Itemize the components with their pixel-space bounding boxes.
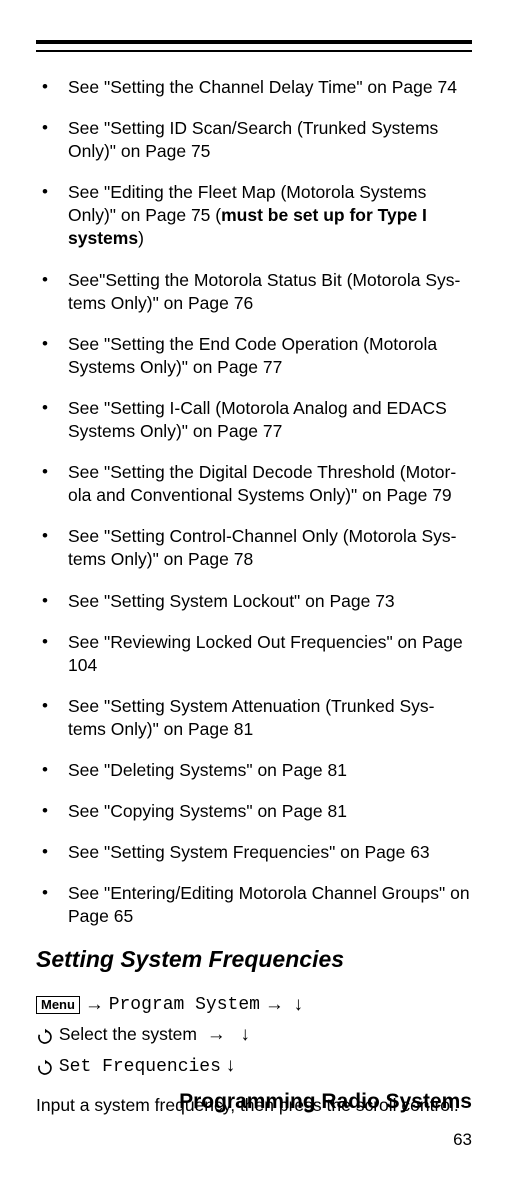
list-item: • See "Setting System Attenuation (Trunke…: [42, 695, 472, 741]
list-item-text: See"Setting the Motorola Status Bit (Mot…: [68, 270, 460, 313]
bullet-dot-icon: •: [42, 117, 48, 139]
page-number: 63: [453, 1130, 472, 1150]
list-item-text: See "Copying Systems" on Page 81: [68, 801, 347, 821]
arrow-down-icon: ↓: [294, 990, 304, 1020]
bullet-list: • See "Setting the Channel Delay Time" on…: [36, 76, 472, 928]
list-item-text: See "Setting ID Scan/Search (Trunked Sys…: [68, 118, 438, 161]
list-item: • See "Setting System Lockout" on Page 73: [42, 590, 472, 613]
arrow-right-icon: →: [85, 990, 104, 1020]
bullet-dot-icon: •: [42, 590, 48, 612]
bullet-dot-icon: •: [42, 333, 48, 355]
list-item-text: See "Editing the Fleet Map (Motorola Sys…: [68, 182, 427, 248]
list-item: • See "Setting Control-Channel Only (Moto…: [42, 525, 472, 571]
bullet-dot-icon: •: [42, 695, 48, 717]
list-item: • See "Deleting Systems" on Page 81: [42, 759, 472, 782]
list-item-text: See "Setting System Frequencies" on Page…: [68, 842, 430, 862]
bullet-dot-icon: •: [42, 397, 48, 419]
list-item-text: See "Reviewing Locked Out Frequencies" o…: [68, 632, 463, 675]
list-item-text: See "Deleting Systems" on Page 81: [68, 760, 347, 780]
list-item: • See "Setting the Channel Delay Time" on…: [42, 76, 472, 99]
list-item: • See "Reviewing Locked Out Frequencies" …: [42, 631, 472, 677]
list-item: • See "Copying Systems" on Page 81: [42, 800, 472, 823]
list-item: • See "Setting I-Call (Motorola Analog an…: [42, 397, 472, 443]
navigation-steps: Menu → Program System → ↓ Select the sys…: [36, 989, 472, 1081]
list-item-text: See "Entering/Editing Motorola Channel G…: [68, 883, 470, 926]
top-rule-thick: [36, 40, 472, 44]
list-item-text: See "Setting the Digital Decode Threshol…: [68, 462, 456, 505]
step-program-system: Program System: [109, 995, 260, 1015]
list-item-text: See "Setting the Channel Delay Time" on …: [68, 77, 457, 97]
menu-button-label: Menu: [36, 996, 80, 1014]
refresh-icon: [36, 1052, 54, 1080]
bullet-dot-icon: •: [42, 461, 48, 483]
list-item: • See "Entering/Editing Motorola Channel …: [42, 882, 472, 928]
bullet-dot-icon: •: [42, 631, 48, 653]
list-item-text: See "Setting the End Code Operation (Mot…: [68, 334, 437, 377]
list-item: • See "Setting the End Code Operation (Mo…: [42, 333, 472, 379]
arrow-down-icon: ↓: [226, 1051, 236, 1081]
section-heading: Setting System Frequencies: [36, 946, 472, 973]
bullet-dot-icon: •: [42, 269, 48, 291]
list-item: • See "Setting ID Scan/Search (Trunked Sy…: [42, 117, 472, 163]
bullet-dot-icon: •: [42, 759, 48, 781]
list-item-text: See "Setting System Attenuation (Trunked…: [68, 696, 434, 739]
list-item-text: See "Setting System Lockout" on Page 73: [68, 591, 395, 611]
list-item: • See "Setting System Frequencies" on Pag…: [42, 841, 472, 864]
list-item-text: See "Setting Control-Channel Only (Motor…: [68, 526, 456, 569]
bullet-dot-icon: •: [42, 525, 48, 547]
list-item: • See "Editing the Fleet Map (Motorola Sy…: [42, 181, 472, 250]
list-item: • See "Setting the Digital Decode Thresho…: [42, 461, 472, 507]
bullet-dot-icon: •: [42, 181, 48, 203]
list-item-text: See "Setting I-Call (Motorola Analog and…: [68, 398, 447, 441]
top-rule-thin: [36, 50, 472, 52]
step-set-frequencies: Set Frequencies: [59, 1057, 221, 1077]
footer-chapter-title: Programming Radio Systems: [179, 1090, 472, 1114]
bullet-dot-icon: •: [42, 882, 48, 904]
step-select-system: Select the system: [59, 1024, 197, 1044]
arrow-right-icon: →: [265, 990, 284, 1020]
refresh-icon: [36, 1022, 54, 1050]
bullet-dot-icon: •: [42, 841, 48, 863]
bullet-dot-icon: •: [42, 800, 48, 822]
list-item: • See"Setting the Motorola Status Bit (Mo…: [42, 269, 472, 315]
arrow-down-icon: ↓: [240, 1020, 250, 1050]
arrow-right-icon: →: [207, 1020, 226, 1050]
document-page: • See "Setting the Channel Delay Time" on…: [0, 0, 508, 1180]
bullet-dot-icon: •: [42, 76, 48, 98]
